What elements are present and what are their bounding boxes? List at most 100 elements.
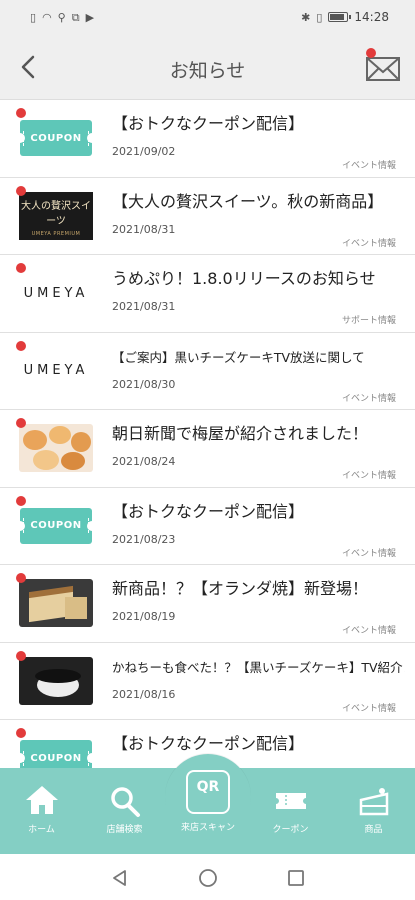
notice-thumbnail [18, 656, 94, 705]
notice-date: 2021/08/19 [112, 610, 176, 623]
notice-item[interactable]: 新商品！？【オランダ焼】新登場！ 2021/08/19 イベント情報 [0, 565, 415, 643]
cheesecake-photo-thumbnail [19, 656, 93, 705]
notice-category: イベント情報 [341, 548, 396, 559]
unread-dot [16, 340, 26, 351]
coupon-thumbnail: COUPON [15, 740, 97, 768]
notice-title: 朝日新聞で梅屋が紹介されました！ [112, 424, 369, 443]
sim-icon: ▯ [30, 10, 37, 24]
tab-store-search-label: 店舗検索 [106, 825, 143, 835]
bluetooth-icon: ✱ [301, 10, 311, 24]
recents-square-icon[interactable] [286, 868, 306, 888]
notice-category: イベント情報 [341, 703, 396, 714]
umeya-logo: UMEYA [23, 285, 89, 301]
usb-icon: ⚲ [57, 10, 66, 24]
cake-icon [359, 788, 388, 816]
notice-category: イベント情報 [341, 161, 396, 171]
notice-title: 新商品！？【オランダ焼】新登場！ [112, 579, 369, 598]
unread-dot [16, 108, 26, 118]
notice-category: サポート情報 [341, 316, 396, 326]
coupon-thumb-text: COUPON [23, 518, 89, 533]
wifi-icon: ◠ [42, 10, 52, 24]
status-right-icons: ✱ ▯ 14:28 [301, 10, 389, 24]
status-time: 14:28 [354, 10, 389, 24]
battery-level [330, 14, 345, 20]
unread-dot [16, 185, 26, 196]
notice-item[interactable]: COUPON 【おトクなクーポン配信】 2021/08/23 イベント情報 [0, 487, 415, 565]
notice-thumbnail: COUPON [15, 734, 97, 768]
back-triangle-icon[interactable] [110, 868, 130, 888]
notice-thumbnail: COUPON [15, 502, 97, 550]
notice-thumbnail [18, 579, 94, 627]
notice-date: 2021/08/30 [112, 377, 176, 391]
coupon-thumb-text: COUPON [23, 750, 89, 766]
notice-title: 【大人の贅沢スイーツ。秋の新商品】 [112, 191, 384, 211]
unread-dot [16, 573, 26, 583]
tab-qr-scan-label: 来店スキャン [180, 823, 235, 833]
notice-category: イベント情報 [341, 238, 396, 249]
notice-thumbnail: COUPON [15, 114, 97, 162]
unread-dot [16, 495, 26, 506]
notice-title: かねちーも食べた！？【黒いチーズケーキ】TV紹介！！ [112, 659, 405, 675]
status-left-icons: ▯ ◠ ⚲ ⧉ ▶ [30, 12, 94, 23]
notice-date: 2021/09/02 [112, 145, 176, 158]
coupon-thumbnail: COUPON [15, 120, 97, 156]
qr-icon-text: QR [196, 779, 220, 795]
vibrate-icon: ▯ [316, 10, 323, 24]
notice-list[interactable]: COUPON 【おトクなクーポン配信】 2021/09/02 イベント情報 大人の贅沢ス… [0, 100, 415, 768]
notice-item[interactable]: UMEYA うめぷり！1.8.0リリースのお知らせ 2021/08/31 サポート情報 [0, 255, 415, 333]
usb-debug-icon: ⧉ [71, 10, 80, 24]
ticket-icon [275, 793, 306, 809]
notice-date: 2021/08/24 [112, 455, 176, 468]
notice-title: 【ご案内】黒いチーズケーキTV放送に関して [112, 349, 365, 365]
notice-title: 【おトクなクーポン配信】 [112, 114, 305, 133]
notice-thumbnail: UMEYA [18, 347, 94, 395]
unread-dot [16, 418, 26, 428]
tab-products[interactable]: 商品 [332, 768, 415, 854]
notice-date: 2021/08/31 [112, 300, 176, 313]
youtube-icon: ▶ [85, 10, 95, 24]
notice-thumbnail [18, 424, 94, 472]
system-nav-bar [0, 854, 415, 900]
tab-store-search[interactable]: 店舗検索 [83, 768, 166, 854]
coupon-thumb-text: COUPON [23, 130, 89, 146]
tab-home[interactable]: ホーム [0, 768, 83, 854]
sweets-thumb-sub: UMEYA PREMIUM [31, 230, 81, 237]
notice-category: イベント情報 [341, 626, 396, 636]
notice-title: 【おトクなクーポン配信】 [112, 501, 305, 521]
home-circle-icon[interactable] [198, 868, 218, 888]
unread-dot [16, 263, 26, 273]
tab-coupon-label: クーポン [272, 825, 309, 835]
coupon-thumbnail: COUPON [15, 507, 97, 544]
battery-icon [328, 12, 352, 22]
notice-date: 2021/08/16 [112, 687, 176, 701]
bread-photo-thumbnail [19, 424, 93, 472]
cake-photo-thumbnail [19, 579, 93, 627]
sweets-thumbnail: 大人の贅沢スイーツ UMEYA PREMIUM [19, 191, 93, 240]
unread-badge [366, 48, 376, 58]
tab-coupon[interactable]: クーポン [249, 768, 332, 854]
notice-thumbnail: UMEYA [18, 269, 94, 317]
status-bar: ▯ ◠ ⚲ ⧉ ▶ ✱ ▯ 14:28 [0, 0, 415, 34]
notice-item[interactable]: UMEYA 【ご案内】黒いチーズケーキTV放送に関して 2021/08/30 イベント… [0, 332, 415, 410]
notice-category: イベント情報 [341, 471, 396, 481]
home-icon [25, 786, 58, 814]
notice-date: 2021/08/31 [112, 222, 176, 236]
page-title: お知らせ [169, 60, 246, 82]
tab-products-label: 商品 [364, 825, 383, 835]
app-header: お知らせ [0, 34, 415, 100]
notice-category: イベント情報 [341, 393, 396, 404]
sweets-thumb-title: 大人の贅沢スイーツ [21, 200, 91, 227]
notice-item[interactable]: COUPON 【おトクなクーポン配信】 2021/09/02 イベント情報 [0, 100, 415, 178]
notice-title: うめぷり！1.8.0リリースのお知らせ [112, 269, 376, 288]
notice-item[interactable]: 朝日新聞で梅屋が紹介されました！ 2021/08/24 イベント情報 [0, 410, 415, 488]
notice-date: 2021/08/23 [112, 532, 176, 546]
unread-dot [16, 728, 26, 738]
notice-item[interactable]: かねちーも食べた！？【黒いチーズケーキ】TV紹介！！ 2021/08/16 イベント… [0, 642, 415, 720]
notice-thumbnail: 大人の贅沢スイーツ UMEYA PREMIUM [18, 191, 94, 240]
unread-dot [16, 650, 26, 661]
search-icon [110, 787, 140, 817]
notice-title: 【おトクなクーポン配信】 [112, 734, 305, 753]
tab-home-label: ホーム [28, 825, 55, 835]
notice-item[interactable]: 大人の贅沢スイーツ UMEYA PREMIUM 【大人の贅沢スイーツ。秋の新商品】 2… [0, 177, 415, 255]
umeya-logo: UMEYA [23, 363, 89, 378]
